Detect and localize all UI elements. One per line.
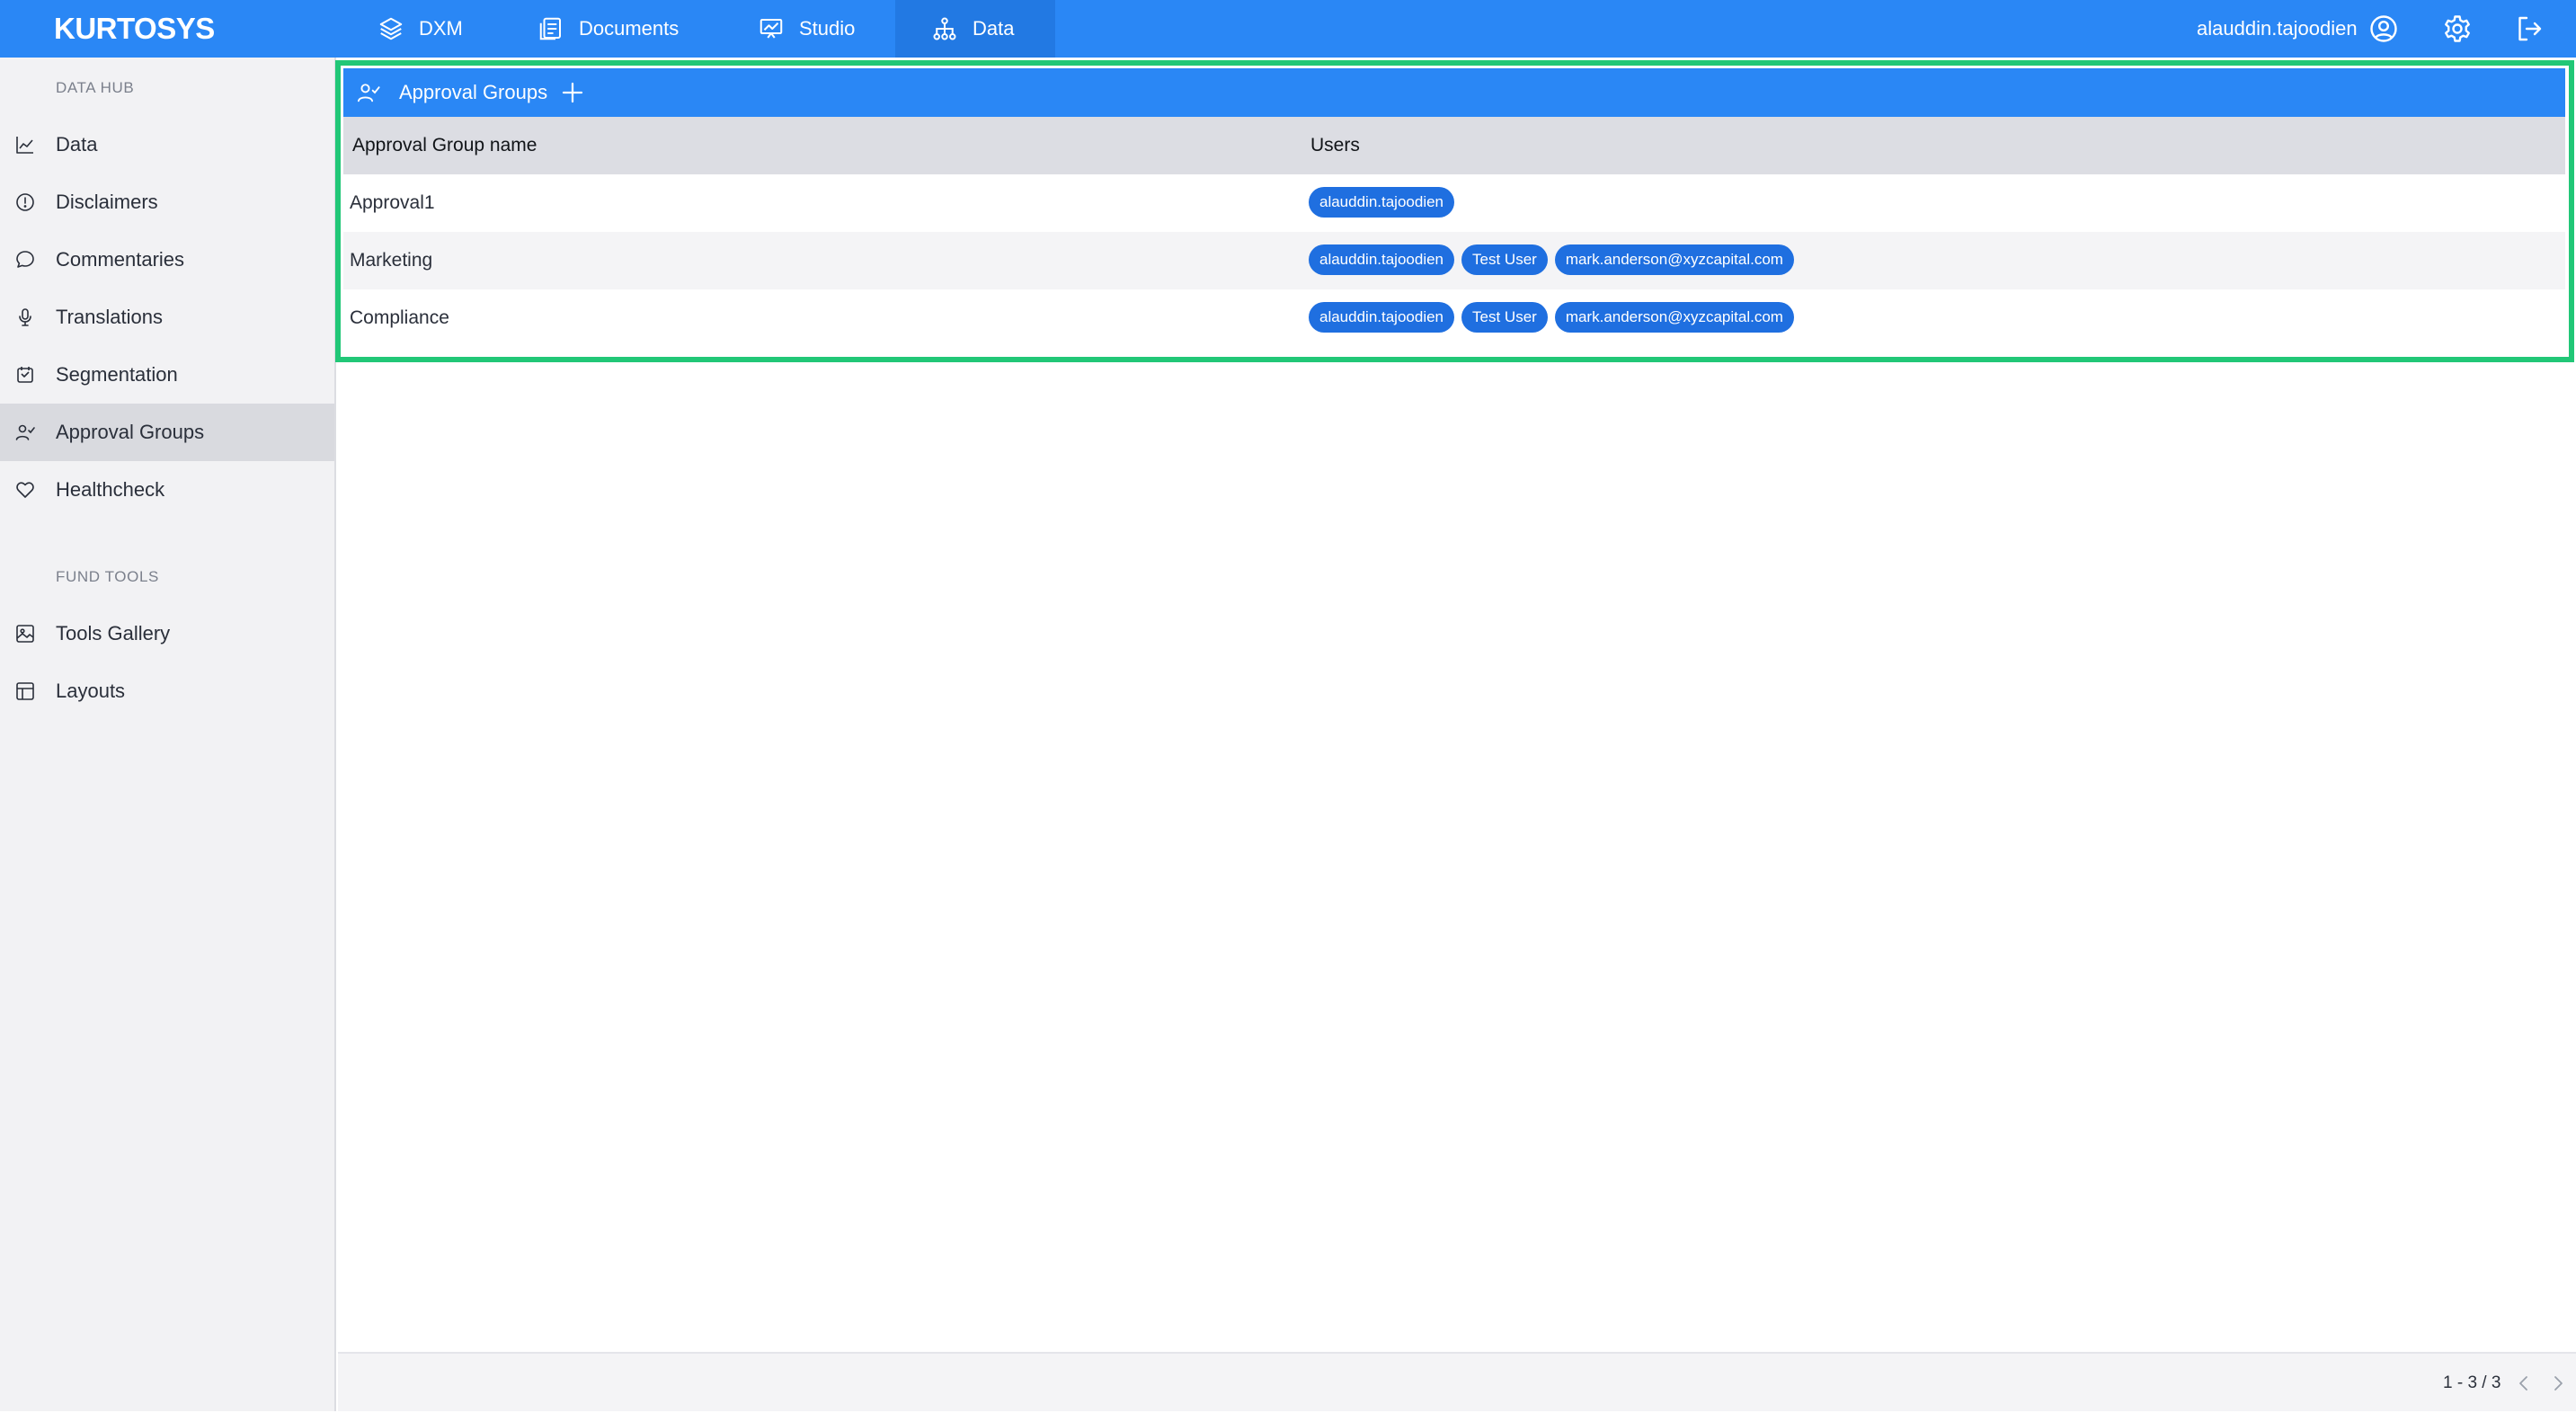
sidebar-item-label: Commentaries bbox=[56, 248, 185, 271]
user-name[interactable]: alauddin.tajoodien bbox=[2197, 0, 2358, 58]
documents-icon bbox=[539, 17, 561, 40]
user-circle-icon[interactable] bbox=[2367, 13, 2400, 45]
gear-icon[interactable] bbox=[2441, 13, 2474, 45]
sidebar-item-label: Tools Gallery bbox=[56, 622, 171, 644]
hierarchy-icon bbox=[933, 17, 956, 40]
presentation-icon bbox=[759, 19, 783, 39]
sidebar-item-approval-groups[interactable]: Approval Groups bbox=[0, 404, 334, 461]
sidebar-item-tools-gallery[interactable]: Tools Gallery bbox=[0, 605, 334, 662]
sidebar-item-label: Layouts bbox=[56, 680, 126, 702]
table-row[interactable]: Compliance alauddin.tajoodien Test User … bbox=[343, 289, 2565, 347]
column-header-users[interactable]: Users bbox=[1310, 117, 1360, 174]
sidebar-item-translations[interactable]: Translations bbox=[0, 289, 334, 346]
topnav-documents-label: Documents bbox=[579, 17, 680, 40]
group-name: Compliance bbox=[350, 307, 449, 328]
sidebar-item-commentaries[interactable]: Commentaries bbox=[0, 231, 334, 289]
table-row[interactable]: Approval1 alauddin.tajoodien bbox=[343, 174, 2565, 232]
user-chip[interactable]: alauddin.tajoodien bbox=[1309, 302, 1455, 333]
sidebar-item-data[interactable]: Data bbox=[0, 116, 334, 173]
heart-icon bbox=[16, 482, 34, 498]
sidebar-item-label: Approval Groups bbox=[56, 421, 205, 443]
panel-header: Approval Groups bbox=[343, 68, 2565, 117]
topnav-data[interactable]: Data bbox=[895, 0, 1055, 58]
user-chips: alauddin.tajoodien Test User mark.anders… bbox=[1309, 302, 1794, 333]
segment-box-icon bbox=[17, 367, 33, 383]
user-chip[interactable]: alauddin.tajoodien bbox=[1309, 187, 1455, 218]
topnav-data-label: Data bbox=[973, 17, 1015, 40]
sidebar-item-segmentation[interactable]: Segmentation bbox=[0, 346, 334, 404]
sidebar-section-datahub: DATA HUB bbox=[56, 79, 135, 96]
column-header-name[interactable]: Approval Group name bbox=[352, 117, 537, 174]
comment-icon bbox=[16, 251, 34, 268]
microphone-icon bbox=[19, 308, 31, 326]
topnav-studio[interactable]: Studio bbox=[722, 0, 891, 58]
chevron-left-icon[interactable] bbox=[2513, 1373, 2535, 1394]
panel-title: Approval Groups bbox=[399, 81, 548, 103]
user-chip[interactable]: Test User bbox=[1461, 302, 1548, 333]
sidebar-item-label: Healthcheck bbox=[56, 478, 165, 501]
top-bar: KURTOSYS DXM Documents Studio Data alaud… bbox=[0, 0, 2576, 58]
sidebar: DATA HUB Data Disclaimers Commentaries T… bbox=[0, 58, 336, 1411]
table-header: Approval Group name Users bbox=[343, 117, 2565, 174]
logout-icon[interactable] bbox=[2513, 13, 2545, 45]
group-name: Marketing bbox=[350, 250, 433, 271]
alert-circle-icon bbox=[16, 193, 34, 211]
image-icon bbox=[16, 625, 34, 643]
user-check-icon bbox=[15, 424, 35, 440]
user-chip[interactable]: Test User bbox=[1461, 244, 1548, 275]
group-name: Approval1 bbox=[350, 192, 435, 213]
topnav-documents[interactable]: Documents bbox=[502, 0, 715, 58]
approval-groups-table: Approval Group name Users Approval1 alau… bbox=[343, 117, 2565, 333]
user-chip[interactable]: mark.anderson@xyzcapital.com bbox=[1554, 302, 1794, 333]
layers-icon bbox=[379, 17, 403, 40]
sidebar-item-label: Disclaimers bbox=[56, 191, 158, 213]
user-chips: alauddin.tajoodien Test User mark.anders… bbox=[1309, 244, 1794, 275]
sidebar-item-disclaimers[interactable]: Disclaimers bbox=[0, 173, 334, 231]
topnav-dxm[interactable]: DXM bbox=[342, 0, 499, 58]
sidebar-item-label: Translations bbox=[56, 306, 164, 328]
sidebar-item-label: Data bbox=[56, 133, 98, 156]
user-chips: alauddin.tajoodien bbox=[1309, 187, 1455, 218]
pagination-info: 1 - 3 / 3 bbox=[2443, 1373, 2501, 1392]
layout-icon bbox=[16, 682, 34, 700]
user-check-icon bbox=[357, 84, 380, 102]
sidebar-section-fundtools: FUND TOOLS bbox=[56, 568, 159, 585]
kurtosys-logo[interactable]: KURTOSYS bbox=[54, 11, 215, 47]
topnav-studio-label: Studio bbox=[799, 17, 856, 40]
user-chip[interactable]: mark.anderson@xyzcapital.com bbox=[1554, 244, 1794, 275]
user-chip[interactable]: alauddin.tajoodien bbox=[1309, 244, 1455, 275]
table-row[interactable]: Marketing alauddin.tajoodien Test User m… bbox=[343, 232, 2565, 289]
chart-line-icon bbox=[16, 137, 33, 154]
topnav-dxm-label: DXM bbox=[419, 17, 463, 40]
sidebar-item-layouts[interactable]: Layouts bbox=[0, 662, 334, 720]
sidebar-item-label: Segmentation bbox=[56, 363, 178, 386]
sidebar-item-healthcheck[interactable]: Healthcheck bbox=[0, 461, 334, 519]
plus-icon[interactable] bbox=[559, 79, 586, 106]
table-footer: 1 - 3 / 3 bbox=[338, 1352, 2576, 1411]
chevron-right-icon[interactable] bbox=[2547, 1373, 2569, 1394]
